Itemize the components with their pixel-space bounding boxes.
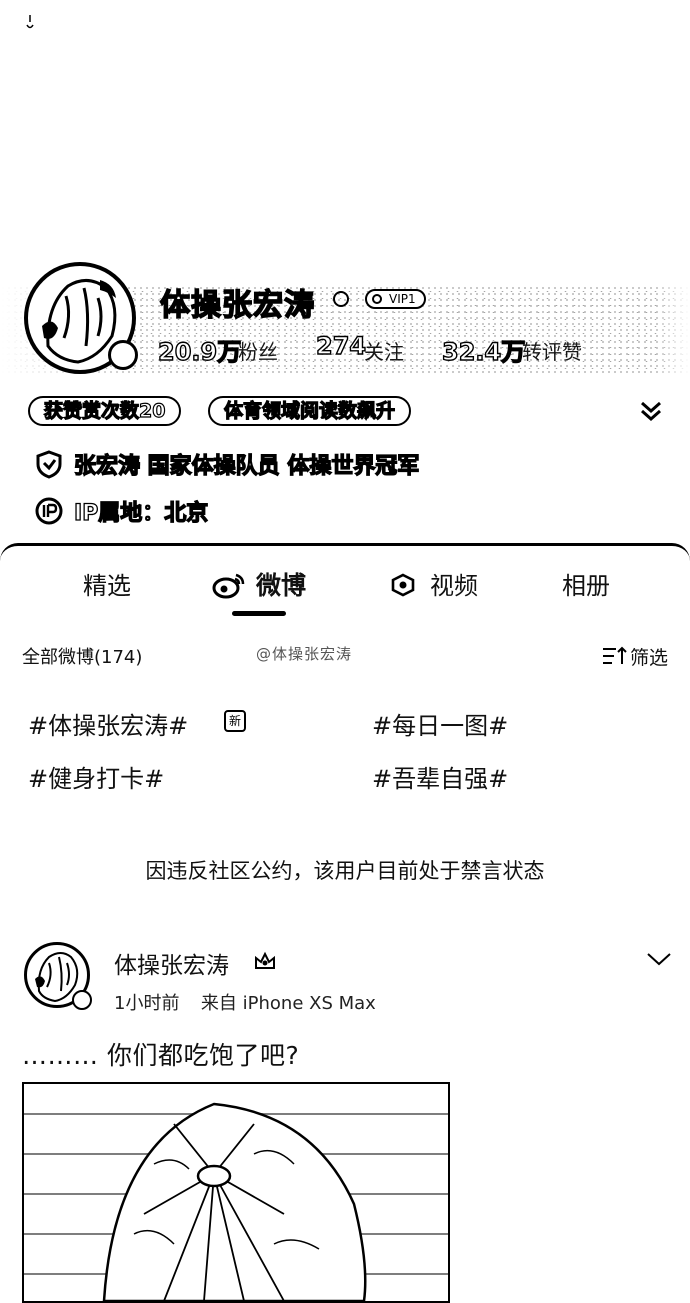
post-source: 来自 iPhone XS Max [200,993,376,1014]
shield-icon [36,450,62,479]
filter-button[interactable]: 筛选 [630,643,668,670]
verified-text: 张宏涛 国家体操队员 体操世界冠军 [73,453,420,479]
engagement-count[interactable]: 32.4万 [441,332,526,367]
weibo-icon [212,573,245,599]
post-content: ……… 你们都吃饱了吧? [22,1041,300,1070]
tab-video[interactable]: 视频 [430,566,478,601]
chevron-down-double-icon[interactable] [636,396,666,426]
verified-row: 张宏涛 国家体操队员 体操世界冠军 [34,447,420,481]
filter-icon[interactable] [602,646,628,666]
following-label[interactable]: 关注 [364,336,404,365]
chevron-down-icon[interactable] [646,950,672,968]
post-time: 1小时前 [114,993,180,1014]
new-badge: 新 [224,710,246,732]
topic-link[interactable]: #每日一图# [372,706,508,741]
profile-name: 体操张宏涛 [159,287,315,324]
topic-link[interactable]: #体操张宏涛# [28,706,188,741]
ip-location: IP属地：北京 [73,500,209,526]
post-image[interactable] [22,1082,450,1303]
followers-count[interactable]: 20.9万 [157,332,242,367]
topic-link[interactable]: #吾辈自强# [372,759,508,794]
topic-link[interactable]: #健身打卡# [28,759,164,794]
active-tab-indicator [232,611,286,616]
watermark-text: @体操张宏涛 [256,645,353,663]
ban-notice: 因违反社区公约，该用户目前处于禁言状态 [145,859,545,883]
following-count[interactable]: 274 [315,331,367,360]
gender-icon [333,291,349,307]
tab-featured[interactable]: 精选 [83,566,131,601]
trending-tag[interactable]: 体育领域阅读数飙升 [208,396,412,426]
food-photo [24,1102,448,1301]
crown-icon [255,951,275,969]
tab-weibo[interactable]: 微博 [256,566,306,602]
followers-label[interactable]: 粉丝 [238,336,278,365]
reward-tag[interactable]: 获赞赏次数20 [28,396,182,426]
author-verified-badge [72,990,92,1010]
post-author-name[interactable]: 体操张宏涛 [114,946,229,980]
all-posts-selector[interactable]: 全部微博(174) [22,643,142,669]
status-indicator-icon [26,15,34,29]
ip-row: IP属地：北京 [34,494,209,528]
ip-icon [35,497,63,525]
avatar-verified-badge [108,340,138,370]
vip-badge[interactable]: VIP1 [365,289,426,309]
tab-album[interactable]: 相册 [562,566,610,601]
video-icon [391,573,415,597]
engagement-label[interactable]: 转评赞 [522,336,582,365]
post-meta: 1小时前 来自 iPhone XS Max [114,989,376,1015]
